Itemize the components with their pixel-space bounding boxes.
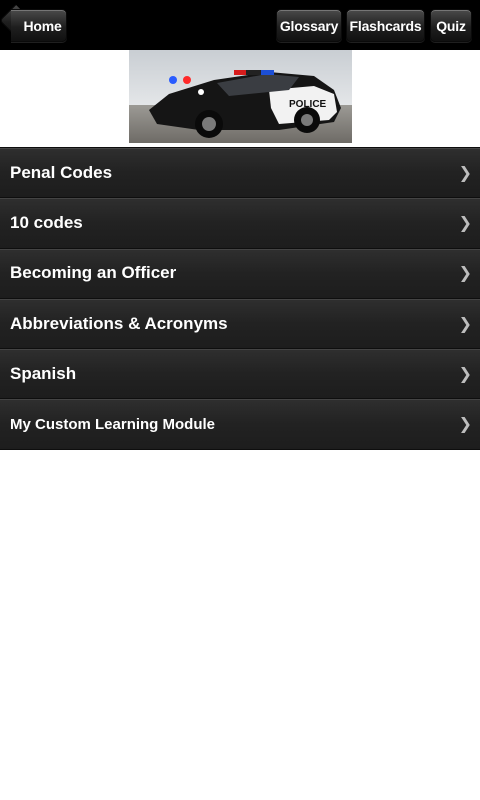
menu-item-becoming-an-officer[interactable]: Becoming an Officer ❯ xyxy=(0,248,480,299)
menu-item-abbreviations[interactable]: Abbreviations & Acronyms ❯ xyxy=(0,298,480,350)
chevron-right-icon: ❯ xyxy=(458,164,472,182)
menu-item-label: Abbreviations & Acronyms xyxy=(10,313,228,333)
glossary-button[interactable]: Glossary xyxy=(276,9,342,42)
menu-item-label: Becoming an Officer xyxy=(10,263,177,283)
police-text: POLICE xyxy=(289,99,327,110)
quiz-button[interactable]: Quiz xyxy=(430,9,472,42)
flashcards-button-label: Flashcards xyxy=(349,17,422,34)
glossary-button-label: Glossary xyxy=(279,17,339,34)
police-car-image: POLICE xyxy=(129,50,352,143)
menu-item-label: My Custom Learning Module xyxy=(10,415,216,433)
chevron-right-icon: ❯ xyxy=(458,265,472,283)
chevron-right-icon: ❯ xyxy=(458,315,472,333)
menu-item-label: 10 codes xyxy=(10,212,83,232)
chevron-right-icon: ❯ xyxy=(458,214,472,232)
menu-item-label: Spanish xyxy=(10,363,77,383)
home-button-label: Home xyxy=(23,17,62,34)
chevron-right-icon: ❯ xyxy=(458,365,472,383)
police-car-illustration: POLICE xyxy=(129,50,352,143)
menu-item-penal-codes[interactable]: Penal Codes ❯ xyxy=(0,148,480,199)
chevron-right-icon: ❯ xyxy=(458,416,472,434)
topic-menu: Penal Codes ❯ 10 codes ❯ Becoming an Off… xyxy=(0,147,480,450)
menu-item-10-codes[interactable]: 10 codes ❯ xyxy=(0,198,480,249)
quiz-button-label: Quiz xyxy=(436,17,466,34)
menu-item-custom-learning-module[interactable]: My Custom Learning Module ❯ xyxy=(0,399,480,450)
flashcards-button[interactable]: Flashcards xyxy=(346,9,425,42)
menu-item-spanish[interactable]: Spanish ❯ xyxy=(0,349,480,400)
top-toolbar: Home Glossary Flashcards Quiz xyxy=(0,0,480,50)
home-button-body[interactable]: Home xyxy=(11,9,67,42)
menu-item-label: Penal Codes xyxy=(10,162,113,182)
